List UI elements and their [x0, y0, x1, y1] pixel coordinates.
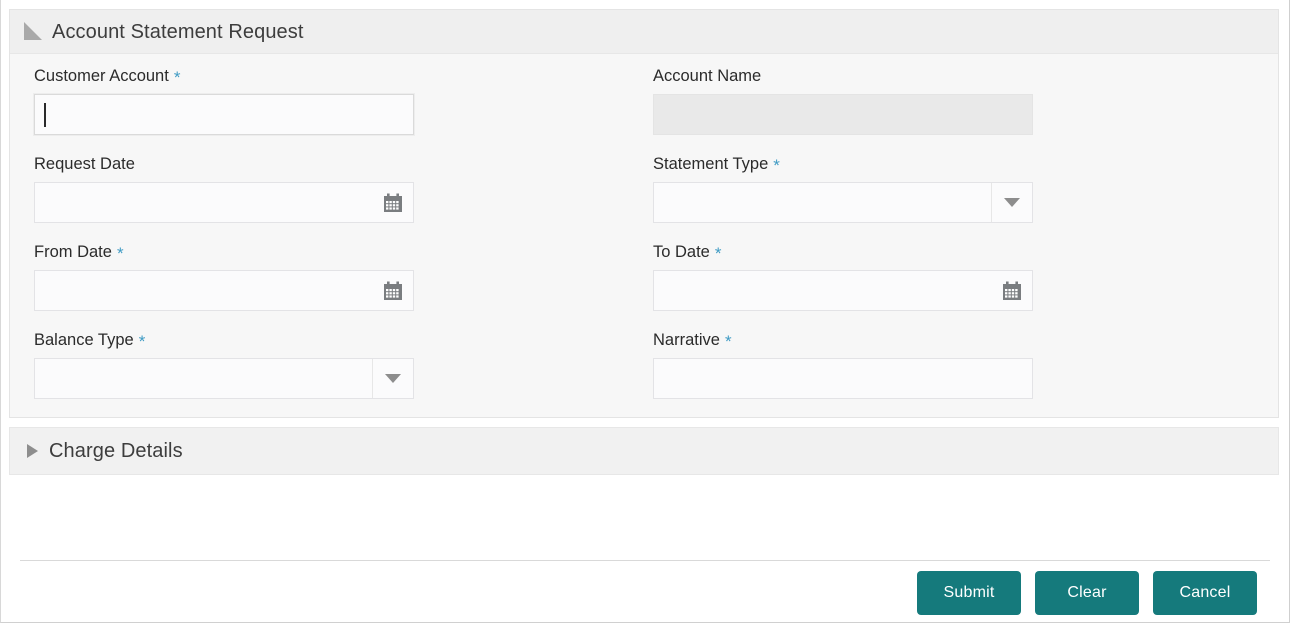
- balance-type-select-wrap[interactable]: [34, 358, 414, 399]
- label-customer-account: Customer Account *: [34, 66, 653, 86]
- label-statement-type: Statement Type *: [653, 154, 1272, 174]
- label-account-name-text: Account Name: [653, 67, 762, 85]
- label-balance-type-text: Balance Type: [34, 331, 134, 349]
- required-asterisk-balance-type: *: [138, 332, 146, 351]
- field-to-date: To Date *: [653, 242, 1272, 311]
- submit-button[interactable]: Submit: [917, 571, 1021, 615]
- triangle-collapsed-icon[interactable]: [27, 444, 38, 458]
- field-from-date: From Date *: [34, 242, 653, 311]
- from-date-input-wrap[interactable]: [34, 270, 414, 311]
- account-statement-request-body: Customer Account * Account Name Request …: [10, 54, 1278, 417]
- form-grid: Customer Account * Account Name Request …: [10, 66, 1278, 399]
- footer-separator: [20, 560, 1270, 561]
- field-statement-type: Statement Type *: [653, 154, 1272, 223]
- narrative-input-wrap[interactable]: [653, 358, 1033, 399]
- required-asterisk-to-date: *: [714, 244, 722, 263]
- label-narrative-text: Narrative: [653, 331, 720, 349]
- request-date-input[interactable]: [35, 183, 413, 222]
- account-statement-request-header[interactable]: Account Statement Request: [10, 10, 1278, 54]
- label-to-date: To Date *: [653, 242, 1272, 262]
- charge-details-panel-header[interactable]: Charge Details: [9, 427, 1279, 475]
- calendar-icon[interactable]: [381, 279, 405, 303]
- statement-type-select-wrap[interactable]: [653, 182, 1033, 223]
- clear-button[interactable]: Clear: [1035, 571, 1139, 615]
- customer-account-input[interactable]: [35, 95, 413, 134]
- field-narrative: Narrative *: [653, 330, 1272, 399]
- triangle-expanded-icon[interactable]: [24, 21, 42, 40]
- statement-type-input[interactable]: [654, 183, 1032, 222]
- account-statement-request-panel: Account Statement Request Customer Accou…: [9, 9, 1279, 418]
- field-request-date: Request Date: [34, 154, 653, 223]
- panel-title-account-statement-request: Account Statement Request: [52, 20, 304, 43]
- label-customer-account-text: Customer Account: [34, 67, 169, 85]
- request-date-input-wrap[interactable]: [34, 182, 414, 223]
- calendar-icon[interactable]: [1000, 279, 1024, 303]
- chevron-down-icon: [1004, 198, 1020, 207]
- to-date-input-wrap[interactable]: [653, 270, 1033, 311]
- balance-type-input[interactable]: [35, 359, 413, 398]
- from-date-input[interactable]: [35, 271, 413, 310]
- field-account-name: Account Name: [653, 66, 1272, 135]
- required-asterisk-customer-account: *: [173, 68, 181, 87]
- label-statement-type-text: Statement Type: [653, 155, 769, 173]
- label-to-date-text: To Date: [653, 243, 710, 261]
- calendar-icon[interactable]: [381, 191, 405, 215]
- to-date-input[interactable]: [654, 271, 1032, 310]
- label-account-name: Account Name: [653, 66, 1272, 86]
- required-asterisk-from-date: *: [116, 244, 124, 263]
- label-balance-type: Balance Type *: [34, 330, 653, 350]
- label-narrative: Narrative *: [653, 330, 1272, 350]
- label-from-date: From Date *: [34, 242, 653, 262]
- footer-actions: Submit Clear Cancel: [0, 571, 1290, 615]
- statement-type-dropdown-button[interactable]: [991, 183, 1032, 222]
- panel-title-charge-details: Charge Details: [49, 440, 183, 462]
- field-balance-type: Balance Type *: [34, 330, 653, 399]
- narrative-input[interactable]: [654, 359, 1032, 398]
- cancel-button[interactable]: Cancel: [1153, 571, 1257, 615]
- field-customer-account: Customer Account *: [34, 66, 653, 135]
- label-request-date-text: Request Date: [34, 155, 135, 173]
- account-name-input: [654, 95, 1032, 134]
- label-from-date-text: From Date: [34, 243, 112, 261]
- application-screen: Account Statement Request Customer Accou…: [0, 0, 1290, 623]
- required-asterisk-narrative: *: [724, 332, 732, 351]
- customer-account-input-wrap[interactable]: [34, 94, 414, 135]
- required-asterisk-statement-type: *: [773, 156, 780, 175]
- balance-type-dropdown-button[interactable]: [372, 359, 413, 398]
- chevron-down-icon: [385, 374, 401, 383]
- label-request-date: Request Date: [34, 154, 653, 174]
- account-name-input-wrap: [653, 94, 1033, 135]
